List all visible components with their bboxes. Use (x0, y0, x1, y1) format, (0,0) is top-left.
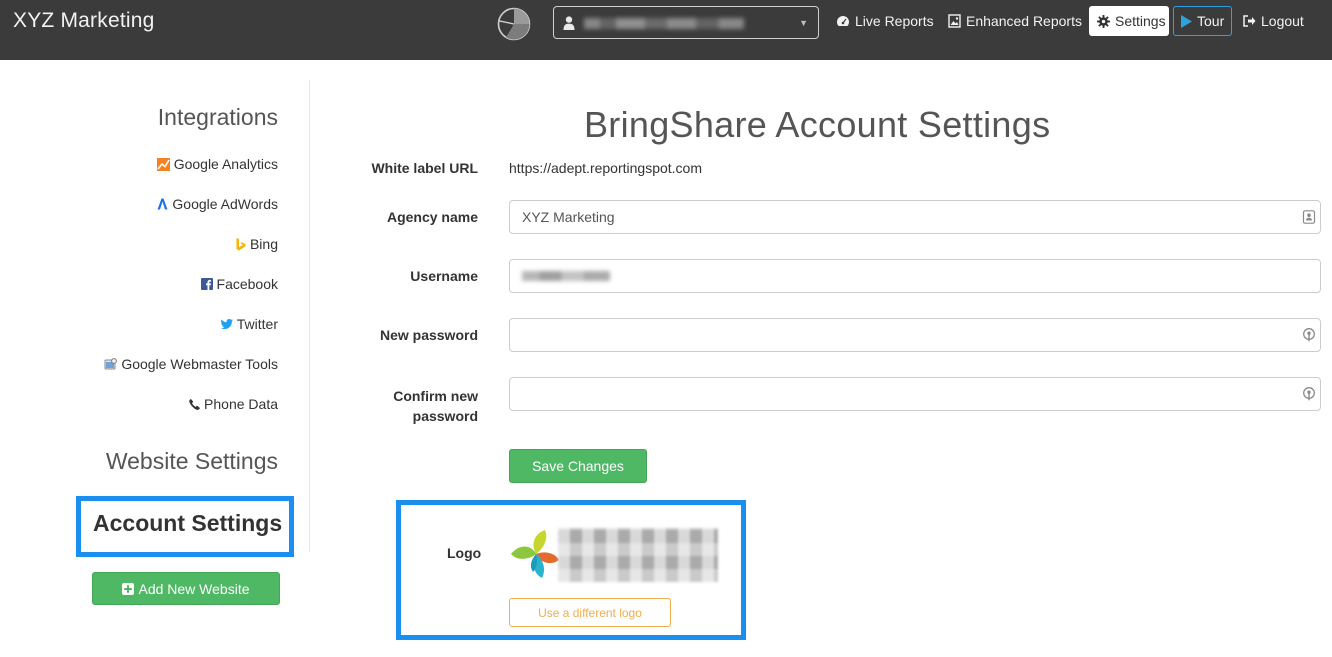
play-icon (1181, 14, 1192, 28)
sidebar-item-label: Bing (249, 236, 278, 252)
contact-card-icon (1302, 210, 1316, 224)
website-select[interactable]: ▼ (553, 6, 819, 39)
top-navbar: XYZ Marketing ▼ Live Reports Enhanced Re… (0, 0, 1332, 60)
sidebar-item-label: Google AdWords (172, 196, 278, 212)
sidebar-item-facebook[interactable]: Facebook (200, 275, 278, 293)
company-logo-image (509, 524, 719, 584)
image-file-icon (948, 14, 961, 28)
confirm-password-input[interactable] (509, 377, 1321, 411)
pie-chart-icon[interactable] (496, 6, 532, 42)
nav-tour-label: Tour (1197, 13, 1225, 29)
nav-enhanced-reports[interactable]: Enhanced Reports (948, 6, 1082, 36)
phone-icon (189, 398, 200, 410)
dashboard-icon (837, 16, 849, 26)
selected-website-value (584, 18, 744, 29)
username-input[interactable] (509, 259, 1321, 293)
sidebar-item-label: Facebook (216, 276, 278, 292)
white-label-url-label: White label URL (371, 160, 478, 176)
nav-logout-label: Logout (1261, 13, 1304, 29)
account-settings-link[interactable]: Account Settings (93, 510, 282, 537)
confirm-password-label: Confirm new password (393, 386, 478, 426)
chevron-down-icon: ▼ (799, 18, 808, 28)
sidebar-item-bing[interactable]: Bing (236, 235, 278, 253)
nav-settings[interactable]: Settings (1089, 6, 1169, 36)
add-new-website-label: Add New Website (138, 580, 250, 597)
confirm-password-label-line2: password (412, 408, 478, 424)
agency-name-label: Agency name (386, 209, 478, 225)
nav-enhanced-reports-label: Enhanced Reports (966, 13, 1082, 29)
add-new-website-button[interactable]: Add New Website (92, 572, 280, 605)
google-adwords-icon (157, 198, 168, 210)
logo-label: Logo (447, 545, 482, 561)
sidebar-item-google-analytics[interactable]: Google Analytics (156, 155, 278, 173)
facebook-icon (200, 278, 213, 290)
password-key-icon (1303, 328, 1315, 342)
nav-logout[interactable]: Logout (1243, 6, 1304, 36)
sidebar-item-google-webmaster-tools[interactable]: Google Webmaster Tools (104, 355, 278, 373)
sidebar-divider (309, 80, 310, 552)
nav-settings-label: Settings (1115, 13, 1166, 29)
sidebar-item-phone-data[interactable]: Phone Data (189, 395, 278, 413)
website-settings-link[interactable]: Website Settings (106, 448, 278, 475)
confirm-password-label-line1: Confirm new (393, 388, 478, 404)
new-password-label: New password (379, 327, 478, 343)
bing-icon (236, 237, 246, 250)
white-label-url-value[interactable]: https://adept.reportingspot.com (509, 160, 702, 176)
page-title: BringShare Account Settings (584, 104, 1051, 145)
nav-tour[interactable]: Tour (1173, 6, 1232, 36)
save-changes-button[interactable]: Save Changes (509, 449, 647, 483)
gear-icon (1097, 14, 1110, 28)
password-key-icon (1303, 387, 1315, 401)
webmaster-tools-icon (104, 357, 118, 369)
sidebar-item-google-adwords[interactable]: Google AdWords (157, 195, 278, 213)
google-analytics-icon (156, 157, 170, 171)
agency-name-input[interactable]: XYZ Marketing (509, 200, 1321, 234)
username-value (522, 271, 610, 281)
username-label: Username (410, 268, 478, 284)
nav-live-reports-label: Live Reports (855, 13, 934, 29)
sidebar-item-twitter[interactable]: Twitter (220, 315, 278, 333)
brand-name[interactable]: XYZ Marketing (13, 9, 154, 33)
logout-icon (1243, 15, 1256, 27)
plus-square-icon (122, 582, 135, 595)
user-icon (563, 16, 575, 30)
use-different-logo-button[interactable]: Use a different logo (509, 598, 671, 627)
integrations-heading: Integrations (157, 104, 278, 130)
sidebar-item-label: Google Analytics (173, 156, 278, 172)
new-password-input[interactable] (509, 318, 1321, 352)
agency-name-value: XYZ Marketing (522, 209, 615, 225)
twitter-icon (220, 319, 233, 329)
sidebar-item-label: Google Webmaster Tools (121, 356, 278, 372)
blurred-logo-text (558, 528, 718, 582)
sidebar-item-label: Phone Data (204, 396, 278, 412)
nav-live-reports[interactable]: Live Reports (836, 6, 934, 36)
logo-flower-icon (511, 530, 559, 578)
sidebar-item-label: Twitter (236, 316, 278, 332)
